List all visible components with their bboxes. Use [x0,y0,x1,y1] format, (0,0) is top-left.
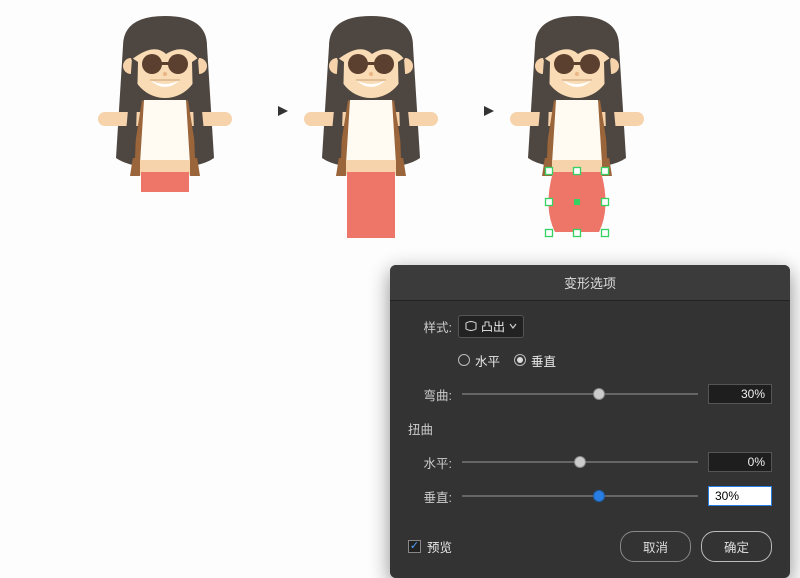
radio-horizontal-label: 水平 [475,351,500,370]
warp-options-dialog: 变形选项 样式: 凸出 水平 垂直 弯曲: [390,265,790,578]
h-distort-value[interactable]: 0% [708,452,772,472]
style-select[interactable]: 凸出 [458,315,524,338]
radio-horizontal[interactable]: 水平 [458,351,500,370]
orientation-row: 水平 垂直 [408,349,772,371]
style-value: 凸出 [481,318,505,335]
vertical-distort-row: 垂直: 30% [408,485,772,507]
horizontal-distort-row: 水平: 0% [408,451,772,473]
v-distort-value[interactable]: 30% [708,486,772,506]
radio-dot-empty [458,354,470,366]
style-row: 样式: 凸出 [408,315,772,337]
bulge-icon [465,321,477,331]
preview-checkbox[interactable]: ✓ 预览 [408,537,452,556]
h-distort-label: 水平: [408,453,452,472]
v-distort-slider[interactable] [462,495,698,497]
bend-label: 弯曲: [408,385,452,404]
preview-label: 预览 [427,537,452,556]
v-distort-label: 垂直: [408,487,452,506]
bend-slider[interactable] [462,393,698,395]
bend-value[interactable]: 30% [708,384,772,404]
distort-section-label: 扭曲 [408,417,772,439]
character-step-2 [296,8,446,238]
chevron-down-icon [509,322,517,330]
character-step-1 [90,8,240,238]
slider-thumb[interactable] [574,456,586,468]
illustration-row [90,8,652,238]
bend-row: 弯曲: 30% [408,383,772,405]
dialog-title: 变形选项 [390,265,790,301]
character-step-3 [502,8,652,238]
style-label: 样式: [408,317,452,336]
radio-vertical-label: 垂直 [531,351,556,370]
h-distort-slider[interactable] [462,461,698,463]
arrow-icon [454,101,494,121]
radio-dot-checked [514,354,526,366]
ok-button[interactable]: 确定 [701,531,772,562]
cancel-button[interactable]: 取消 [620,531,691,562]
checkbox-checked-icon: ✓ [408,540,421,553]
slider-thumb[interactable] [593,388,605,400]
slider-thumb-active[interactable] [593,490,605,502]
arrow-icon [248,101,288,121]
radio-vertical[interactable]: 垂直 [514,351,556,370]
